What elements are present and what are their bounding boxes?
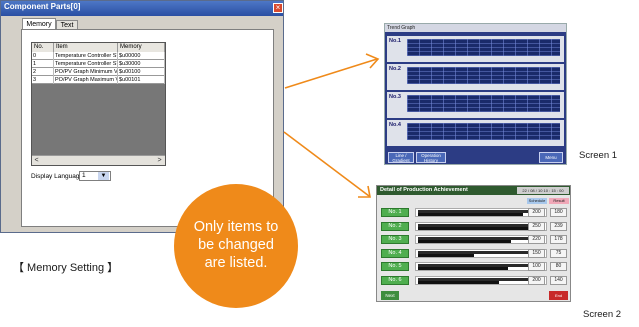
screen2-production-achievement: Detail of Production Achievement 22 / 08…: [376, 185, 571, 302]
result-fill: [418, 213, 523, 216]
trend-row: No.3: [387, 92, 564, 118]
row-label-button[interactable]: No. 1: [381, 208, 409, 217]
result-value: 140: [550, 275, 567, 285]
result-value: 178: [550, 235, 567, 244]
arrow-to-screen2: [283, 131, 371, 198]
schedule-value: 200: [528, 208, 545, 217]
schedule-value: 200: [528, 275, 545, 285]
result-value: 239: [550, 221, 567, 231]
result-fill: [418, 226, 531, 230]
trend-row: No.4: [387, 120, 564, 146]
callout-line: Only items to: [193, 219, 279, 235]
trend-row-label: No.3: [389, 94, 401, 100]
screen2-titlebar: Detail of Production Achievement 22 / 08…: [377, 186, 570, 195]
arrow-to-screen1: [284, 53, 380, 89]
schedule-value: 250: [528, 221, 545, 231]
menu-button[interactable]: Menu: [539, 152, 563, 163]
result-value: 75: [550, 248, 567, 258]
trend-row-label: No.1: [389, 38, 401, 44]
schedule-value: 150: [528, 248, 545, 258]
trend-plot: [407, 123, 560, 140]
schedule-header: Schedule: [527, 198, 547, 204]
row-label-button[interactable]: No. 2: [381, 221, 409, 231]
trend-plot: [407, 95, 560, 112]
line-gradient-button[interactable]: Line / Gradient: [388, 152, 414, 163]
trend-row: No.1: [387, 36, 564, 62]
row-label-button[interactable]: No. 4: [381, 248, 409, 258]
result-fill: [418, 280, 499, 284]
next-button[interactable]: Next: [381, 291, 399, 300]
trend-plot: [407, 67, 560, 84]
screen1-title: Trend Graph: [387, 25, 416, 31]
trend-row: No.2: [387, 64, 564, 90]
callout-text: Only items to be changed are listed.: [174, 218, 298, 272]
trend-plot: [407, 39, 560, 56]
trend-row-label: No.2: [389, 66, 401, 72]
result-fill: [418, 253, 475, 257]
row-label-button[interactable]: No. 6: [381, 275, 409, 285]
screen1-titlebar: Trend Graph: [385, 24, 566, 32]
callout-line: are listed.: [204, 255, 268, 271]
result-fill: [418, 267, 508, 270]
result-value: 80: [550, 262, 567, 271]
schedule-value: 220: [528, 235, 545, 244]
end-button[interactable]: End: [549, 291, 568, 300]
callout-line: be changed: [198, 237, 274, 253]
result-header: Result: [549, 198, 569, 204]
screen2-caption: Screen 2: [583, 309, 622, 320]
screen2-title: Detail of Production Achievement: [380, 187, 468, 193]
result-fill: [418, 240, 512, 243]
trend-row-label: No.4: [389, 122, 401, 128]
operation-history-button[interactable]: Operation History: [416, 152, 446, 163]
screen1-caption: Screen 1: [579, 150, 618, 161]
schedule-value: 100: [528, 262, 545, 271]
screen1-trend-graph: Trend Graph No.1 No.2 No.3 No.4 Line / G…: [384, 23, 567, 165]
screen2-clock: 22 / 08 / 10 10 : 15 : 00: [517, 187, 569, 194]
row-label-button[interactable]: No. 3: [381, 235, 409, 244]
result-value: 180: [550, 208, 567, 217]
row-label-button[interactable]: No. 5: [381, 262, 409, 271]
